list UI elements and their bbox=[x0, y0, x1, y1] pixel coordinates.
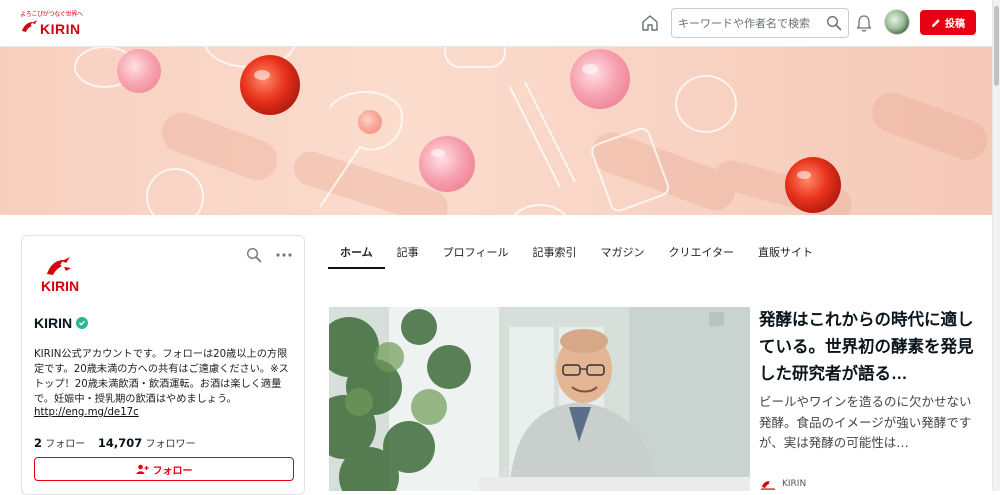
logo-brand-text: KIRIN bbox=[40, 21, 81, 37]
tab-home[interactable]: ホーム bbox=[328, 235, 385, 269]
search-icon[interactable] bbox=[826, 15, 842, 31]
verified-icon bbox=[76, 317, 89, 329]
tab-article-index[interactable]: 記事索引 bbox=[520, 235, 588, 269]
post-button[interactable]: 投稿 bbox=[920, 10, 976, 35]
tab-articles[interactable]: 記事 bbox=[385, 235, 431, 269]
feature-article-excerpt: ビールやワインを造るのに欠かせない発酵。食品のイメージが強い発酵ですが、実は発酵… bbox=[759, 394, 972, 450]
kirin-mark-icon bbox=[22, 20, 37, 32]
profile-logo-brand: KIRIN bbox=[41, 278, 80, 294]
follow-button[interactable]: フォロー bbox=[34, 457, 294, 481]
profile-name: KIRIN bbox=[34, 315, 73, 331]
tab-direct-shop[interactable]: 直販サイト bbox=[746, 235, 825, 269]
feature-author-name: KIRIN bbox=[782, 479, 807, 489]
tab-magazine[interactable]: マガジン bbox=[588, 235, 656, 269]
followers-label[interactable]: フォロワー bbox=[146, 439, 196, 450]
kirin-logo[interactable]: よろこびがつなぐ世界へ KIRIN bbox=[20, 9, 90, 37]
feature-article-author[interactable]: KIRIN bbox=[760, 478, 806, 490]
profile-card: KIRIN KIRIN KIRIN公式アカウントです。フォローは20歳以上の方限… bbox=[21, 235, 305, 495]
profile-name-row: KIRIN bbox=[34, 315, 89, 331]
user-avatar[interactable] bbox=[884, 9, 910, 35]
profile-stats: 2 フォロー 14,707 フォロワー bbox=[34, 435, 196, 450]
bell-icon[interactable] bbox=[855, 14, 873, 33]
profile-tabs: ホーム 記事 プロフィール 記事索引 マガジン クリエイター 直販サイト bbox=[328, 235, 825, 269]
followers-count[interactable]: 14,707 bbox=[98, 436, 142, 450]
scrollbar-thumb[interactable] bbox=[994, 6, 999, 86]
more-icon[interactable] bbox=[275, 248, 293, 262]
feature-article-title[interactable]: 発酵はこれからの時代に適している。世界初の酵素を発見した研究者が語る… bbox=[759, 307, 984, 388]
profile-logo: KIRIN bbox=[38, 256, 86, 296]
home-icon[interactable] bbox=[640, 13, 660, 33]
pen-icon bbox=[932, 18, 940, 27]
follow-button-label: フォロー bbox=[152, 465, 193, 477]
top-header: よろこびがつなぐ世界へ KIRIN 投稿 bbox=[0, 0, 992, 47]
profile-bio: KIRIN公式アカウントです。フォローは20歳以上の方限定です。20歳未満の方へ… bbox=[34, 349, 289, 405]
search-input[interactable] bbox=[678, 14, 823, 32]
profile-link[interactable]: http://eng.mg/de17c bbox=[34, 407, 139, 418]
author-kirin-icon bbox=[761, 481, 775, 490]
following-count[interactable]: 2 bbox=[34, 436, 42, 450]
following-label[interactable]: フォロー bbox=[45, 439, 85, 450]
search-box[interactable] bbox=[671, 8, 849, 38]
hero-banner-image bbox=[0, 47, 992, 215]
person-plus-icon bbox=[136, 464, 148, 474]
post-button-label: 投稿 bbox=[945, 19, 965, 30]
profile-search-icon[interactable] bbox=[246, 247, 262, 263]
logo-tagline: よろこびがつなぐ世界へ bbox=[20, 11, 83, 18]
feature-article-image[interactable] bbox=[329, 307, 750, 491]
hero-glassware-illustration bbox=[74, 47, 988, 215]
kirin-mark-large-icon bbox=[47, 257, 71, 275]
tab-profile[interactable]: プロフィール bbox=[431, 235, 521, 269]
researcher-photo bbox=[329, 307, 750, 491]
tab-creators[interactable]: クリエイター bbox=[656, 235, 746, 269]
page-scrollbar[interactable] bbox=[992, 0, 1000, 491]
